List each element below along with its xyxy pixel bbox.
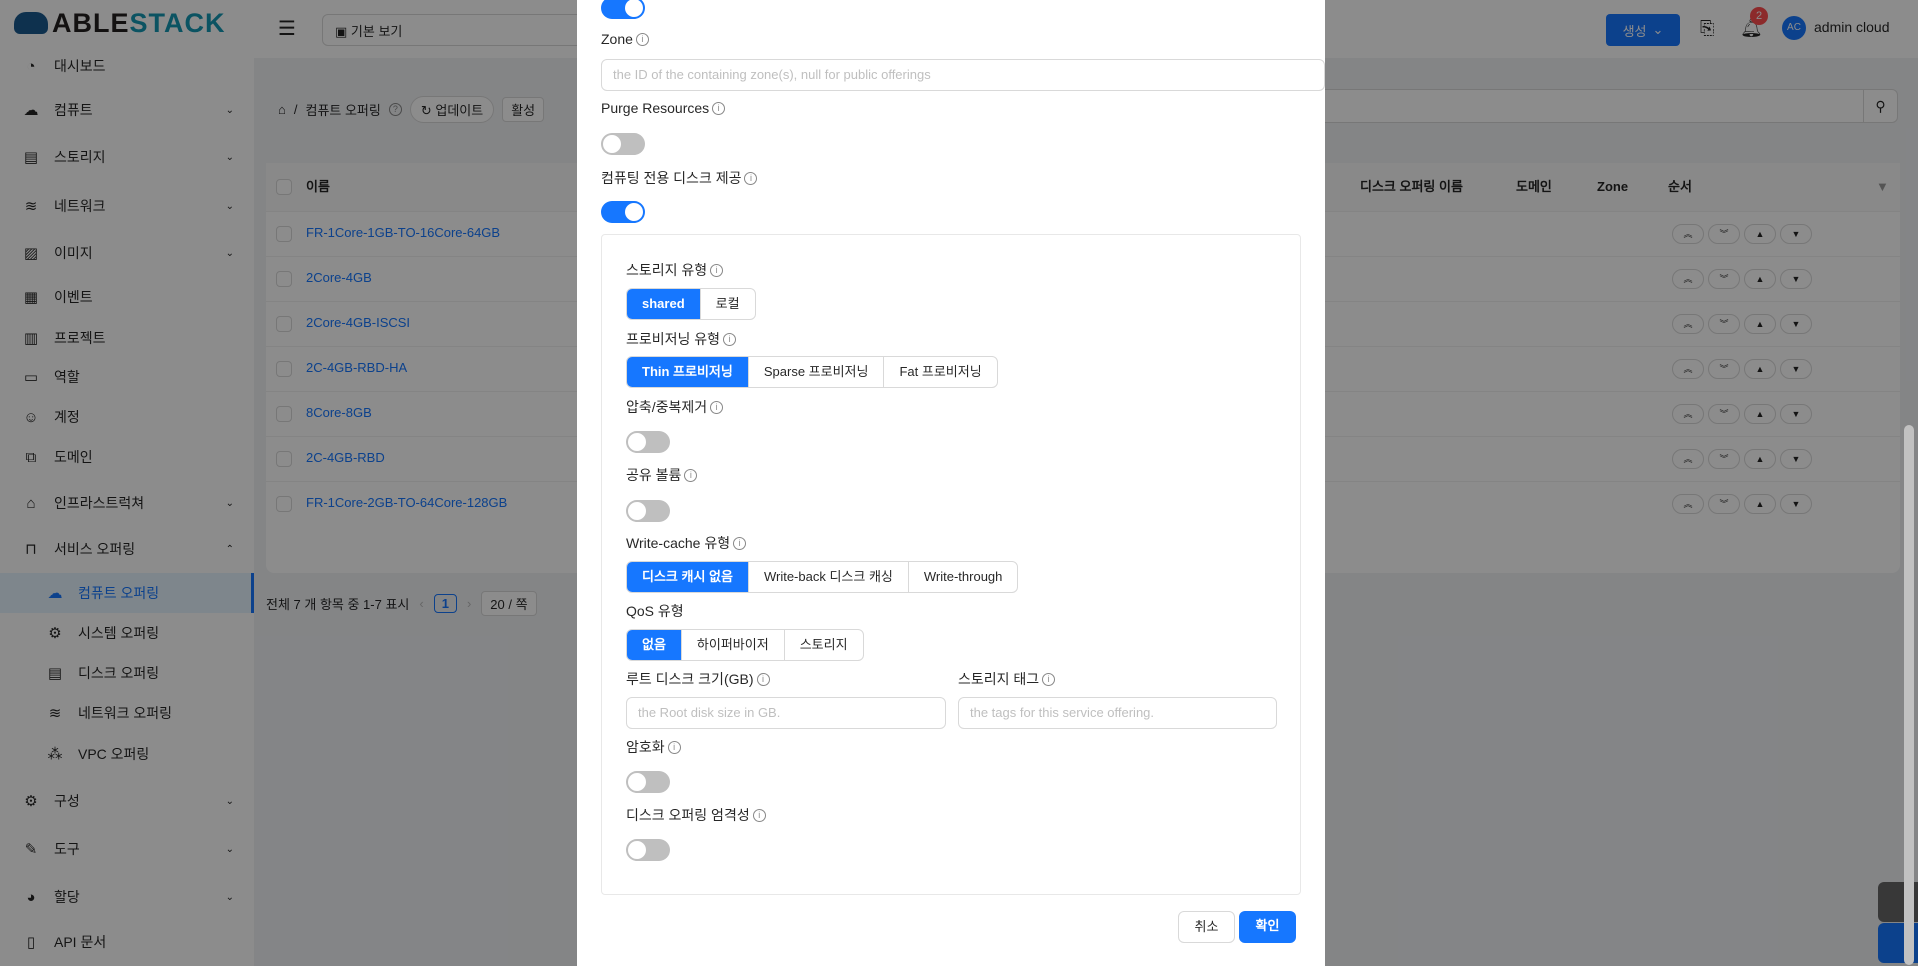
shared-volume-toggle[interactable]: [626, 500, 670, 522]
toggle-previous[interactable]: [601, 0, 645, 19]
write-cache-label: Write-cache 유형: [626, 535, 731, 551]
option-no-cache[interactable]: 디스크 캐시 없음: [627, 562, 748, 592]
info-icon[interactable]: i: [684, 468, 698, 482]
ok-button[interactable]: 확인: [1239, 911, 1296, 943]
option-hypervisor[interactable]: 하이퍼바이저: [680, 630, 784, 660]
purge-label: Purge Resources: [601, 100, 710, 116]
provisioning-label: 프로비저닝 유형: [626, 331, 721, 347]
storage-tag-label: 스토리지 태그: [958, 671, 1040, 687]
option-thin[interactable]: Thin 프로비저닝: [627, 357, 748, 387]
zone-input[interactable]: the ID of the containing zone(s), null f…: [601, 59, 1325, 91]
compress-label: 압축/중복제거: [626, 399, 708, 415]
option-shared[interactable]: shared: [627, 289, 700, 319]
info-icon[interactable]: i: [635, 32, 649, 46]
option-write-back[interactable]: Write-back 디스크 캐싱: [747, 562, 908, 592]
encrypt-label: 암호화: [626, 739, 665, 755]
info-icon[interactable]: i: [723, 332, 737, 346]
purge-toggle[interactable]: [601, 133, 645, 155]
root-disk-label: 루트 디스크 크기(GB): [626, 671, 754, 687]
zone-label: Zone: [601, 31, 633, 47]
option-none[interactable]: 없음: [627, 630, 681, 660]
scrollbar[interactable]: [1904, 425, 1914, 965]
info-icon[interactable]: i: [710, 263, 724, 277]
storage-tag-input[interactable]: the tags for this service offering.: [958, 697, 1277, 729]
info-icon[interactable]: i: [710, 400, 724, 414]
storage-type-label: 스토리지 유형: [626, 262, 708, 278]
option-write-through[interactable]: Write-through: [907, 562, 1018, 592]
info-icon[interactable]: i: [1042, 672, 1056, 686]
info-icon[interactable]: i: [752, 808, 766, 822]
cancel-button[interactable]: 취소: [1178, 911, 1235, 943]
shared-volume-label: 공유 볼륨: [626, 467, 682, 483]
root-disk-placeholder: the Root disk size in GB.: [638, 705, 781, 720]
encrypt-toggle[interactable]: [626, 771, 670, 793]
option-storage[interactable]: 스토리지: [783, 630, 863, 660]
provisioning-radio: Thin 프로비저닝 Sparse 프로비저닝 Fat 프로비저닝: [626, 356, 998, 388]
option-local[interactable]: 로컬: [699, 289, 755, 319]
qos-radio: 없음 하이퍼바이저 스토리지: [626, 629, 864, 661]
write-cache-radio: 디스크 캐시 없음 Write-back 디스크 캐싱 Write-through: [626, 561, 1019, 593]
storage-type-radio: shared 로컬: [626, 288, 756, 320]
info-icon[interactable]: i: [712, 101, 726, 115]
strict-toggle[interactable]: [626, 839, 670, 861]
zone-placeholder: the ID of the containing zone(s), null f…: [613, 67, 931, 82]
info-icon[interactable]: i: [756, 672, 770, 686]
qos-label: QoS 유형: [626, 603, 684, 619]
dedicated-disk-toggle[interactable]: [601, 201, 645, 223]
info-icon[interactable]: i: [733, 536, 747, 550]
compress-toggle[interactable]: [626, 431, 670, 453]
info-icon[interactable]: i: [667, 740, 681, 754]
root-disk-input[interactable]: the Root disk size in GB.: [626, 697, 946, 729]
create-offering-modal: Zone i the ID of the containing zone(s), …: [577, 0, 1325, 966]
option-fat[interactable]: Fat 프로비저닝: [883, 357, 996, 387]
info-icon[interactable]: i: [744, 171, 758, 185]
disk-settings-panel: 스토리지 유형 i shared 로컬 프로비저닝 유형 i Thin 프로비저닝 Sp…: [601, 234, 1301, 895]
dedicated-disk-label: 컴퓨팅 전용 디스크 제공: [601, 170, 742, 186]
option-sparse[interactable]: Sparse 프로비저닝: [747, 357, 884, 387]
storage-tag-placeholder: the tags for this service offering.: [970, 705, 1155, 720]
strict-label: 디스크 오퍼링 엄격성: [626, 807, 750, 823]
